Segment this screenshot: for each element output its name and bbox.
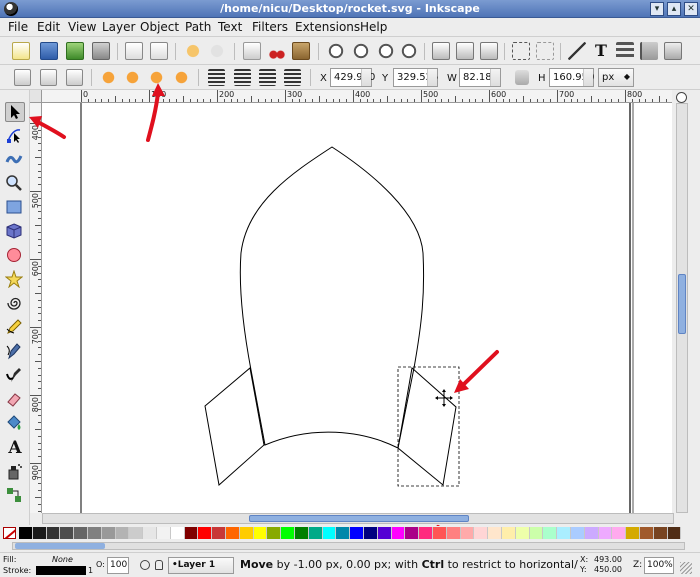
opacity-input[interactable]: 100 [107,557,129,574]
fill-label: Fill: [3,555,17,564]
color-swatch[interactable] [571,527,585,539]
color-swatch[interactable] [336,527,351,539]
layer-lock-icon[interactable] [155,560,163,570]
vertical-scroll-thumb[interactable] [678,274,686,334]
color-swatch[interactable] [253,527,268,539]
color-swatch[interactable] [419,527,433,539]
palette-scroll-thumb[interactable] [15,543,105,549]
color-swatch[interactable] [115,527,130,539]
color-swatch[interactable] [626,527,640,539]
cursor-x-value: 493.00 [594,555,622,564]
color-swatch[interactable] [19,527,33,539]
zoom-input[interactable]: 100% [644,557,674,574]
status-message: Move by -1.00 px, 0.00 px; with Ctrl to … [240,558,578,571]
color-swatch[interactable] [405,527,420,539]
color-swatch[interactable] [460,527,475,539]
color-swatch[interactable] [101,527,116,539]
status-message-detail: by -1.00 px, 0.00 px; with [273,558,422,571]
color-swatch[interactable] [488,527,502,539]
color-swatch[interactable] [653,527,668,539]
color-swatch[interactable] [391,527,406,539]
color-swatch[interactable] [46,527,61,539]
color-swatch[interactable] [212,527,226,539]
color-swatch[interactable] [529,527,544,539]
color-swatch[interactable] [198,527,213,539]
color-swatch[interactable] [612,527,627,539]
resize-grip-icon[interactable] [680,562,692,574]
color-swatch[interactable] [239,527,254,539]
horizontal-scroll-thumb[interactable] [249,515,469,522]
color-swatch[interactable] [32,527,47,539]
status-bar: Fill: None Stroke: 1 O: 100 •Layer 1 Mov… [0,552,700,577]
layer-visibility-icon[interactable] [140,560,150,570]
cursor-y-value: 450.00 [594,565,622,574]
horizontal-scrollbar[interactable] [42,513,674,524]
color-swatch[interactable] [515,527,530,539]
color-swatch[interactable] [433,527,447,539]
annotation-overlay [29,83,440,560]
stroke-swatch[interactable] [36,566,86,575]
palette-scrollbar[interactable] [0,540,700,552]
color-swatch[interactable] [74,527,88,539]
color-swatch[interactable] [295,527,309,539]
color-swatch[interactable] [667,527,682,539]
color-swatch[interactable] [226,527,240,539]
cursor-y-label: Y: [580,565,587,574]
vertical-scrollbar[interactable] [676,103,688,513]
color-swatch[interactable] [267,527,282,539]
color-swatch[interactable] [474,527,489,539]
color-swatch[interactable] [598,527,613,539]
color-swatch[interactable] [88,527,102,539]
status-message-action: Move [240,558,274,571]
color-swatch[interactable] [502,527,516,539]
stroke-label: Stroke: [3,566,32,575]
color-swatch[interactable] [60,527,75,539]
color-swatch[interactable] [543,527,558,539]
annotation-arrow-flip [146,83,165,142]
color-swatch[interactable] [640,527,654,539]
zoom-label: Z: [633,560,643,570]
color-swatch[interactable] [364,527,378,539]
opacity-label: O: [96,560,105,569]
stroke-width[interactable]: 1 [88,566,93,575]
color-swatch[interactable] [143,527,157,539]
color-swatch[interactable] [446,527,461,539]
color-swatch[interactable] [157,527,171,539]
status-message-key: Ctrl [421,558,445,571]
color-swatch[interactable] [308,527,323,539]
color-swatch[interactable] [350,527,364,539]
color-swatch[interactable] [377,527,392,539]
fill-value[interactable]: None [52,555,73,564]
color-palette [0,526,700,540]
color-swatch[interactable] [557,527,571,539]
status-message-tail: to restrict to horizontal/vertical [447,558,578,571]
color-swatch[interactable] [322,527,337,539]
cursor-x-label: X: [580,555,589,564]
color-swatch[interactable] [129,527,144,539]
color-swatch[interactable] [170,527,185,539]
color-swatch[interactable] [584,527,599,539]
no-color-swatch[interactable] [3,527,16,539]
layer-select[interactable]: •Layer 1 [168,557,234,574]
annotation-arrow-selector [29,116,66,139]
color-swatch[interactable] [184,527,199,539]
color-swatch[interactable] [281,527,295,539]
